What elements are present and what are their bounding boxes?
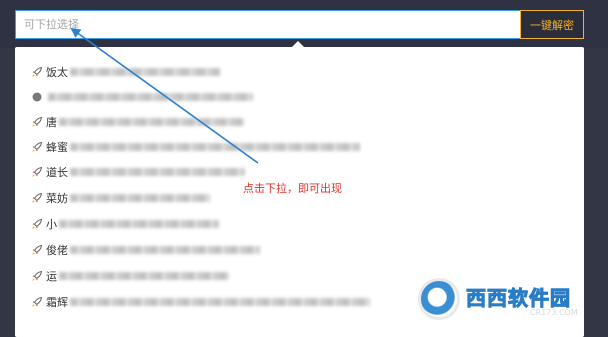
list-item[interactable]: 小	[31, 214, 219, 234]
list-item[interactable]: 菜妨	[31, 188, 210, 208]
search-input[interactable]	[15, 10, 520, 39]
redacted-url	[59, 272, 229, 280]
redacted-url	[70, 168, 245, 176]
list-item-label: 俊佬	[46, 244, 68, 257]
decrypt-button[interactable]: 一键解密	[520, 10, 584, 39]
list-item[interactable]: 唐	[31, 112, 244, 132]
rocket-icon	[32, 244, 43, 255]
rocket-icon	[32, 92, 42, 102]
redacted-url	[70, 68, 220, 76]
rocket-icon	[32, 192, 43, 203]
list-item-label: 蜂蜜	[46, 141, 68, 154]
watermark-title: 西西软件园	[466, 285, 571, 310]
redacted-url	[70, 194, 210, 202]
search-bar: 一键解密	[15, 10, 584, 39]
redacted-url	[70, 143, 360, 151]
rocket-icon	[32, 218, 43, 229]
list-item-label: 霜辉	[46, 296, 68, 309]
redacted-url	[59, 118, 244, 126]
list-item[interactable]: 饭太	[31, 62, 220, 82]
list-item-label: 菜妨	[46, 192, 68, 205]
top-bar: 一键解密	[0, 0, 608, 48]
list-item-label: 饭太	[46, 66, 68, 79]
watermark-url: CR173.COM	[530, 307, 578, 317]
list-item[interactable]	[31, 87, 253, 107]
redacted-url	[48, 93, 253, 101]
list-item-label: 运	[46, 270, 57, 283]
list-item-label: 小	[46, 218, 57, 231]
list-item-label: 唐	[46, 116, 57, 129]
list-item[interactable]: 蜂蜜	[31, 137, 360, 157]
rocket-icon	[32, 296, 43, 307]
redacted-url	[70, 246, 260, 254]
rocket-icon	[32, 166, 43, 177]
list-item[interactable]: 运	[31, 266, 229, 286]
list-item-label: 道长	[46, 166, 68, 179]
rocket-icon	[32, 141, 43, 152]
rocket-icon	[32, 270, 43, 281]
site-logo-icon	[418, 278, 460, 320]
list-item[interactable]: 俊佬	[31, 240, 260, 260]
redacted-url	[59, 220, 219, 228]
watermark: 西西软件园 CR173.COM	[418, 276, 604, 322]
redacted-url	[70, 298, 370, 306]
annotation-text: 点击下拉，即可出现	[243, 182, 342, 195]
rocket-icon	[32, 116, 43, 127]
rocket-icon	[32, 66, 43, 77]
list-item[interactable]: 霜辉	[31, 292, 370, 312]
list-item[interactable]: 道长	[31, 162, 245, 182]
